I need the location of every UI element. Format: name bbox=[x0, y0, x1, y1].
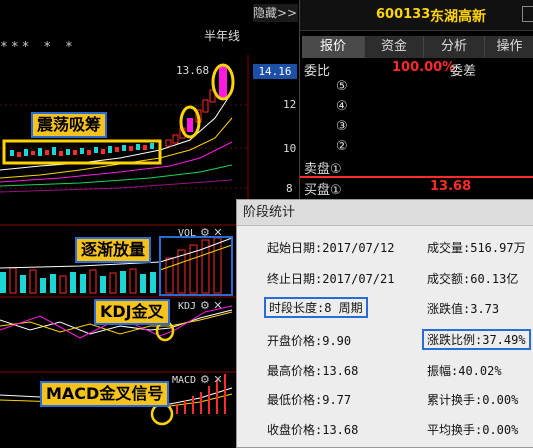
stat-start-date: 起始日期:2017/07/12 bbox=[267, 241, 395, 255]
tab-operate[interactable]: 操作 bbox=[485, 36, 533, 58]
sell-level-4: ④ bbox=[336, 99, 348, 114]
price-max-marker: 13.68 bbox=[176, 64, 210, 77]
stock-title: 600133 东湖高新 bbox=[300, 0, 533, 31]
sell-level-3: ③ bbox=[336, 119, 348, 134]
weibi-value: 100.00% bbox=[392, 60, 456, 75]
stat-volume: 成交量:516.97万 bbox=[427, 241, 526, 255]
stat-change-pct: 涨跌比例:37.49% bbox=[422, 329, 531, 350]
stat-high: 最高价格:13.68 bbox=[267, 364, 359, 378]
annotation-macd-cross: MACD金叉信号 bbox=[40, 381, 170, 407]
price-current-box: 14.16 bbox=[253, 64, 297, 79]
sell-level-5: ⑤ bbox=[336, 79, 348, 94]
candles-consolidation bbox=[10, 143, 154, 157]
annotation-kdj-cross: KDJ金叉 bbox=[94, 299, 170, 325]
kdj-label[interactable]: KDJ bbox=[178, 301, 196, 312]
stats-popup: 阶段统计 起始日期:2017/07/12 终止日期:2017/07/21 时段长… bbox=[236, 199, 533, 448]
weicha-label: 委差 bbox=[450, 64, 477, 79]
vol-gear-icon[interactable]: ⚙ ✕ bbox=[200, 226, 223, 239]
stat-low: 最低价格:9.77 bbox=[267, 393, 352, 407]
stat-open: 开盘价格:9.90 bbox=[267, 334, 352, 348]
annotation-consolidation: 震荡吸筹 bbox=[31, 112, 108, 138]
tab-capital[interactable]: 资金 bbox=[365, 36, 424, 58]
stat-amount: 成交额:60.13亿 bbox=[427, 272, 519, 286]
stat-period-length: 时段长度:8 周期 bbox=[264, 297, 368, 318]
vol-label[interactable]: VOL bbox=[178, 228, 196, 239]
weibi-label: 委比 bbox=[304, 64, 331, 79]
buy1-label: 买盘① bbox=[304, 183, 342, 198]
sell-level-2: ② bbox=[336, 139, 348, 154]
stat-amplitude: 振幅:40.02% bbox=[427, 364, 502, 378]
buy1-price: 13.68 bbox=[430, 179, 472, 194]
ytick-8: 8 bbox=[286, 182, 293, 195]
order-divider bbox=[300, 176, 533, 178]
macd-label[interactable]: MACD bbox=[172, 375, 196, 386]
stat-end-date: 终止日期:2017/07/21 bbox=[267, 272, 395, 286]
expand-icon[interactable] bbox=[522, 6, 533, 22]
tab-quote[interactable]: 报价 bbox=[302, 36, 365, 58]
kdj-gear-icon[interactable]: ⚙ ✕ bbox=[200, 299, 223, 312]
ytick-10: 10 bbox=[283, 142, 297, 155]
stat-close: 收盘价格:13.68 bbox=[267, 423, 359, 437]
stat-change: 涨跌值:3.73 bbox=[427, 302, 500, 316]
macd-gear-icon[interactable]: ⚙ ✕ bbox=[200, 373, 223, 386]
ytick-12: 12 bbox=[283, 98, 297, 111]
tab-analysis[interactable]: 分析 bbox=[424, 36, 485, 58]
stock-name: 东湖高新 bbox=[430, 9, 486, 25]
stats-title: 阶段统计 bbox=[237, 200, 533, 226]
quote-panel: 600133 东湖高新 报价 资金 分析 操作 委比 100.00% 委差 ⑤ … bbox=[299, 0, 533, 200]
sell1-label: 卖盘① bbox=[304, 162, 342, 177]
stock-code: 600133 bbox=[376, 7, 431, 22]
annotation-volume-growth: 逐渐放量 bbox=[75, 237, 152, 263]
stat-turnover-avg: 平均换手:0.00% bbox=[427, 423, 519, 437]
stat-turnover-cum: 累计换手:0.00% bbox=[427, 393, 519, 407]
